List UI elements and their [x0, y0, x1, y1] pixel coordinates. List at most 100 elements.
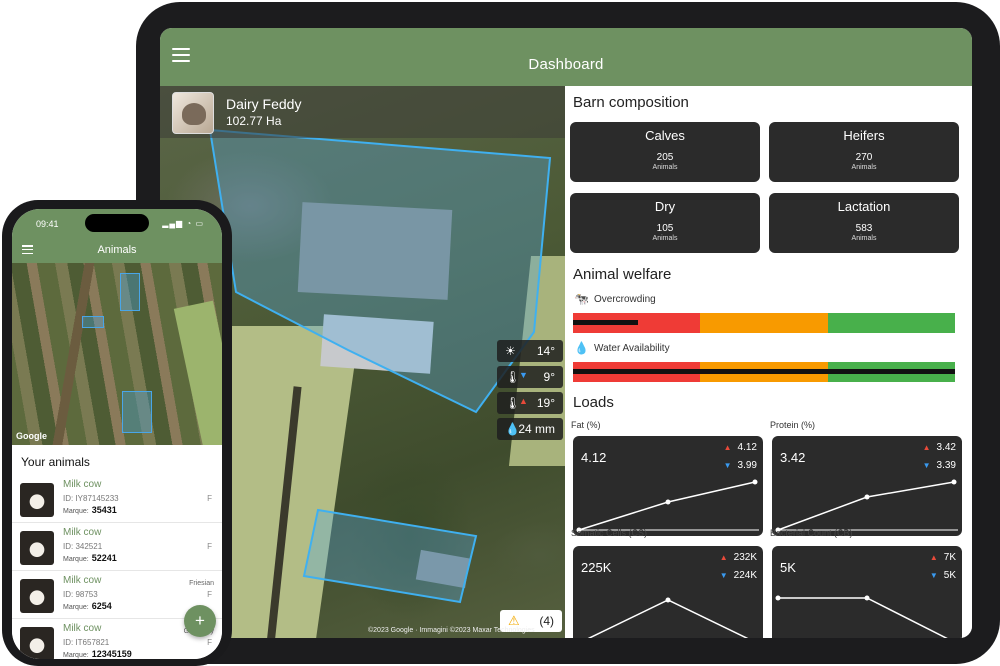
animal-marque: Marque: 12345159 [63, 649, 132, 659]
weather-chip-temp: ☀ 14° [497, 340, 563, 362]
dashboard-panel: Barn composition Calves 205 Animals Heif… [565, 86, 972, 638]
arrow-up-icon: ▲ [929, 553, 938, 562]
tile-unit: Animals [652, 164, 678, 171]
animal-sex: F [207, 638, 212, 647]
animal-id: ID: IY87145233 [63, 494, 119, 503]
farm-avatar [172, 92, 214, 134]
tile-unit: Animals [652, 235, 678, 242]
animal-sex: F [207, 542, 212, 551]
tile-count: 205 [656, 152, 674, 163]
animal-sex: F [207, 590, 212, 599]
animal-list-title: Your animals [21, 455, 90, 469]
load-current: 225K [581, 560, 612, 575]
tile-name: Lactation [837, 199, 891, 214]
load-low: ▼ 224K [719, 570, 757, 581]
cow-avatar [20, 483, 54, 517]
animal-kind: Milk cow [63, 527, 102, 538]
status-bar: 09:41 ▂▄▆ ◔ ▭ [12, 209, 222, 239]
list-item[interactable]: Milk cow ID: 342521 Marque: 52241 F [12, 525, 222, 571]
water-availability-level [573, 369, 955, 374]
tablet-device: Dashboard Dairy Feddy 102.77 Ha ☀ 14° 🌡 … [136, 2, 1000, 664]
phone-screen: 09:41 ▂▄▆ ◔ ▭ Animals Google Your animal… [12, 209, 222, 659]
tile-count: 583 [855, 223, 873, 234]
arrow-up-icon: ▲ [719, 553, 728, 562]
cow-icon: 🐄 [574, 292, 589, 306]
pasture-polygon[interactable] [300, 506, 480, 606]
weather-chip-max: 🌡 ▲ 19° [497, 392, 563, 414]
phone-map[interactable]: Google [12, 263, 222, 445]
load-label-protein: Protein (%) [770, 420, 816, 430]
load-low: ▼ 3.39 [922, 460, 956, 471]
animal-welfare-title: Animal welfare [573, 266, 672, 283]
tile-count: 270 [855, 152, 873, 163]
arrow-down-icon: ▼ [519, 370, 528, 380]
arrow-up-icon: ▲ [519, 396, 528, 406]
field-polygon[interactable] [82, 316, 104, 328]
farm-header[interactable]: Dairy Feddy 102.77 Ha [160, 86, 565, 138]
animal-marque: Marque: 52241 [63, 553, 117, 563]
farm-area: 102.77 Ha [226, 114, 282, 128]
farm-name: Dairy Feddy [226, 96, 302, 112]
weather-value: 24 mm [518, 422, 555, 436]
animal-sex: F [207, 494, 212, 503]
load-sparkline [775, 479, 958, 533]
barn-tile-calves[interactable]: Calves 205 Animals [570, 122, 760, 182]
sun-cloud-icon: ☀ [505, 344, 516, 358]
loads-title: Loads [573, 394, 614, 411]
signal-wifi-battery-icon: ▂▄▆ ◔ ▭ [162, 219, 204, 228]
arrow-down-icon: ▼ [723, 461, 732, 470]
load-card-protein[interactable]: 3.42 ▲ 3.42 ▼ 3.39 [772, 436, 962, 536]
load-current: 5K [780, 560, 796, 575]
arrow-down-icon: ▼ [719, 571, 728, 580]
load-high: ▲ 7K [929, 552, 956, 563]
load-label-fat: Fat (%) [571, 420, 601, 430]
arrow-down-icon: ▼ [929, 571, 938, 580]
animal-kind: Milk cow [63, 623, 102, 634]
map-attribution: ©2023 Google · Immagini ©2023 Maxar Tech… [368, 627, 535, 634]
field-polygon[interactable] [122, 391, 152, 433]
animal-marque: Marque: 6254 [63, 601, 112, 611]
cow-avatar [20, 627, 54, 659]
google-logo: Google [16, 431, 47, 441]
cow-avatar [20, 531, 54, 565]
animal-marque: Marque: 35431 [63, 505, 117, 515]
thermometer-high-icon: 🌡 [505, 396, 521, 410]
load-high: ▲ 4.12 [723, 442, 757, 453]
animal-id: ID: IT657821 [63, 638, 110, 647]
cow-avatar [20, 579, 54, 613]
overcrowding-bar [573, 313, 955, 333]
arrow-down-icon: ▼ [922, 461, 931, 470]
page-title: Dashboard [528, 56, 604, 73]
tile-count: 105 [656, 223, 674, 234]
barn-tile-dry[interactable]: Dry 105 Animals [570, 193, 760, 253]
load-high: ▲ 232K [719, 552, 757, 563]
load-sparkline [775, 595, 948, 638]
load-label-somatic: Somatic Cells (CS) [571, 528, 648, 538]
barn-tile-lactation[interactable]: Lactation 583 Animals [769, 193, 959, 253]
barn-composition-title: Barn composition [573, 94, 689, 111]
load-card-fat[interactable]: 4.12 ▲ 4.12 ▼ 3.99 [573, 436, 763, 536]
animal-kind: Milk cow [63, 575, 102, 586]
animal-id: ID: 342521 [63, 542, 103, 551]
load-label-bacterial: Bacterial Count (CB) [770, 528, 853, 538]
barn-tile-heifers[interactable]: Heifers 270 Animals [769, 122, 959, 182]
tile-name: Calves [645, 128, 685, 143]
tablet-app-bar: Dashboard [160, 28, 972, 86]
list-item[interactable]: Milk cow ID: IY87145233 Marque: 35431 F [12, 477, 222, 523]
tile-name: Heifers [843, 128, 885, 143]
load-card-somatic[interactable]: 225K ▲ 232K ▼ 224K [573, 546, 763, 638]
arrow-up-icon: ▲ [723, 443, 732, 452]
load-card-bacterial[interactable]: 5K ▲ 7K ▼ 5K [772, 546, 962, 638]
phone-page-title: Animals [97, 244, 137, 256]
dynamic-island [85, 214, 149, 232]
field-polygon[interactable] [120, 273, 140, 311]
weather-chip-rain: 💧 24 mm [497, 418, 563, 440]
alerts-count: (4) [539, 614, 554, 628]
stage: Dashboard Dairy Feddy 102.77 Ha ☀ 14° 🌡 … [0, 0, 1000, 666]
overcrowding-level [573, 320, 638, 325]
phone-device: 09:41 ▂▄▆ ◔ ▭ Animals Google Your animal… [2, 200, 232, 666]
thermometer-low-icon: 🌡 [505, 370, 521, 384]
weather-value: 19° [536, 396, 555, 410]
add-animal-button[interactable]: + [184, 605, 216, 637]
load-current: 3.42 [780, 450, 806, 465]
